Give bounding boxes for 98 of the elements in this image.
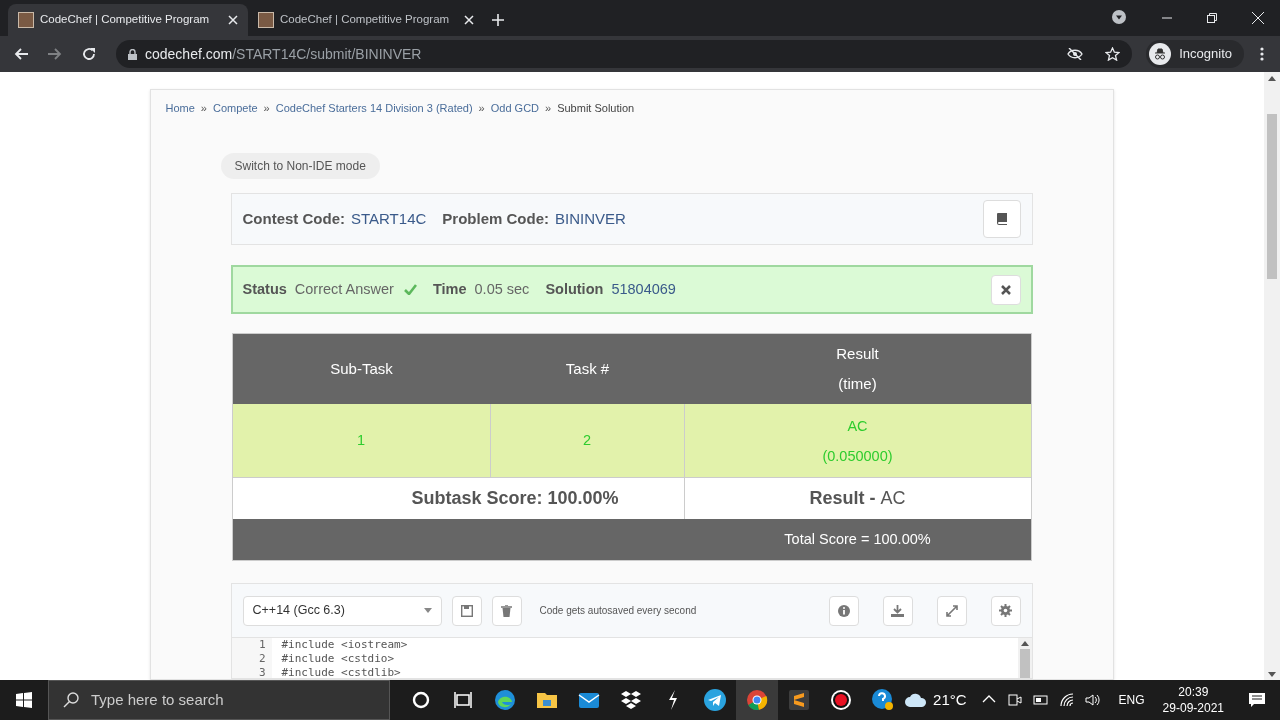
code-line: #include <iostream> <box>281 638 409 652</box>
scroll-up-icon[interactable] <box>1020 641 1029 646</box>
clock[interactable]: 20:39 29-09-2021 <box>1162 684 1224 716</box>
profile-chip[interactable]: Incognito <box>1146 40 1244 68</box>
dropdown-icon[interactable] <box>1112 10 1126 24</box>
download-button[interactable] <box>882 595 913 626</box>
save-button[interactable] <box>451 595 482 626</box>
language-select[interactable]: C++14 (Gcc 6.3) <box>242 595 442 626</box>
search-icon <box>63 692 79 708</box>
reload-icon[interactable] <box>82 47 96 61</box>
back-icon[interactable] <box>14 48 28 60</box>
breadcrumb-link[interactable]: Odd GCD <box>490 100 540 117</box>
code-line: #include <cstdio> <box>281 652 396 666</box>
breadcrumb-separator: » <box>263 101 270 116</box>
close-button[interactable] <box>990 274 1021 305</box>
notification-icon[interactable] <box>1248 692 1266 708</box>
sublime-text-icon[interactable] <box>787 688 811 712</box>
book-icon <box>995 212 1008 226</box>
restore-icon[interactable] <box>1207 13 1217 23</box>
settings-button[interactable] <box>990 595 1021 626</box>
mode-toggle-button[interactable]: Switch to Non-IDE mode <box>220 152 380 179</box>
eye-slash-icon[interactable] <box>1067 48 1084 60</box>
camera-icon[interactable] <box>1006 692 1023 708</box>
status-label: Time <box>432 279 467 299</box>
status-value: 0.05 sec <box>474 279 530 299</box>
scroll-down-icon[interactable] <box>1268 672 1276 677</box>
speaker-icon[interactable] <box>1084 692 1101 708</box>
breadcrumb-current: Submit Solution <box>557 101 635 116</box>
column-header: (time) <box>838 374 877 394</box>
input-language[interactable]: ENG <box>1118 691 1145 709</box>
field-label: Problem Code: <box>442 208 549 229</box>
scrollbar-thumb[interactable] <box>1019 649 1030 678</box>
close-icon <box>1000 284 1011 295</box>
close-icon[interactable] <box>464 15 474 25</box>
breadcrumb-link[interactable]: CodeChef Starters 14 Division 3 (Rated) <box>275 100 473 117</box>
weather-temperature: 21°C <box>933 689 967 710</box>
address-bar[interactable]: codechef.com/START14C/submit/BININVER <box>116 40 1133 68</box>
field-value: BININVER <box>555 208 626 229</box>
browser-tab[interactable]: CodeChef | Competitive Program <box>248 4 484 36</box>
field-label: Contest Code: <box>242 208 345 229</box>
column-header: Task # <box>565 359 610 379</box>
lock-icon <box>128 48 137 60</box>
close-icon[interactable] <box>1252 12 1264 24</box>
column-header: Result <box>836 344 879 364</box>
trash-icon <box>501 604 512 617</box>
result-text: AC <box>847 416 868 436</box>
windows-start-icon[interactable] <box>16 692 32 708</box>
line-number: 1 <box>258 638 266 652</box>
line-number: 2 <box>258 652 266 666</box>
download-icon <box>891 604 904 617</box>
time-text: (0.050000) <box>822 446 893 466</box>
breadcrumb-link[interactable]: Compete <box>212 100 258 117</box>
column-header: Sub-Task <box>330 359 393 379</box>
help-icon[interactable] <box>871 688 895 712</box>
browser-tab[interactable]: CodeChef | Competitive Program <box>8 4 248 36</box>
status-value: Correct Answer <box>294 279 394 299</box>
chrome-icon[interactable] <box>745 688 769 712</box>
new-tab-icon[interactable] <box>492 14 504 26</box>
search-field[interactable]: Type here to search <box>48 680 390 720</box>
breadcrumb-separator: » <box>200 101 207 116</box>
favicon-icon <box>258 12 274 28</box>
line-number: 3 <box>258 666 266 678</box>
breadcrumb-separator: » <box>478 101 485 116</box>
info-button[interactable] <box>828 595 859 626</box>
more-menu-icon[interactable] <box>1260 47 1264 61</box>
telegram-icon[interactable] <box>703 688 727 712</box>
code-line: #include <cstdlib> <box>281 666 402 678</box>
favicon-icon <box>18 12 34 28</box>
record-icon[interactable] <box>829 688 853 712</box>
cloud-icon <box>905 693 928 707</box>
book-button[interactable] <box>982 199 1021 238</box>
scroll-up-icon[interactable] <box>1268 76 1276 81</box>
caret-icon <box>423 608 432 613</box>
wifi-icon[interactable] <box>1058 692 1075 708</box>
dropbox-icon[interactable] <box>619 688 643 712</box>
settings-icon <box>999 604 1012 617</box>
expand-icon <box>945 604 958 617</box>
star-icon[interactable] <box>1105 47 1121 61</box>
breadcrumb-separator: » <box>545 101 552 116</box>
scrollbar-thumb[interactable] <box>1267 114 1277 279</box>
result-label: Result - <box>809 487 876 510</box>
total-score: Total Score = 100.00% <box>783 529 932 549</box>
field-value: START14C <box>351 208 427 229</box>
delete-button[interactable] <box>491 595 522 626</box>
fullscreen-button[interactable] <box>936 595 967 626</box>
close-icon[interactable] <box>228 15 238 25</box>
status-label: Status <box>242 279 287 299</box>
edge-browser-icon[interactable] <box>493 688 517 712</box>
url-text: codechef.com/START14C/submit/BININVER <box>145 44 422 64</box>
status-label: Solution <box>545 279 604 299</box>
autosave-note: Code gets autosaved every second <box>539 604 698 618</box>
incognito-icon <box>1149 43 1172 65</box>
info-icon <box>837 604 850 617</box>
forward-icon <box>48 48 62 60</box>
battery-icon[interactable] <box>1032 692 1049 708</box>
solution-link[interactable]: 51804069 <box>611 278 676 301</box>
breadcrumb-link[interactable]: Home <box>165 100 195 117</box>
result-value: AC <box>880 487 906 510</box>
